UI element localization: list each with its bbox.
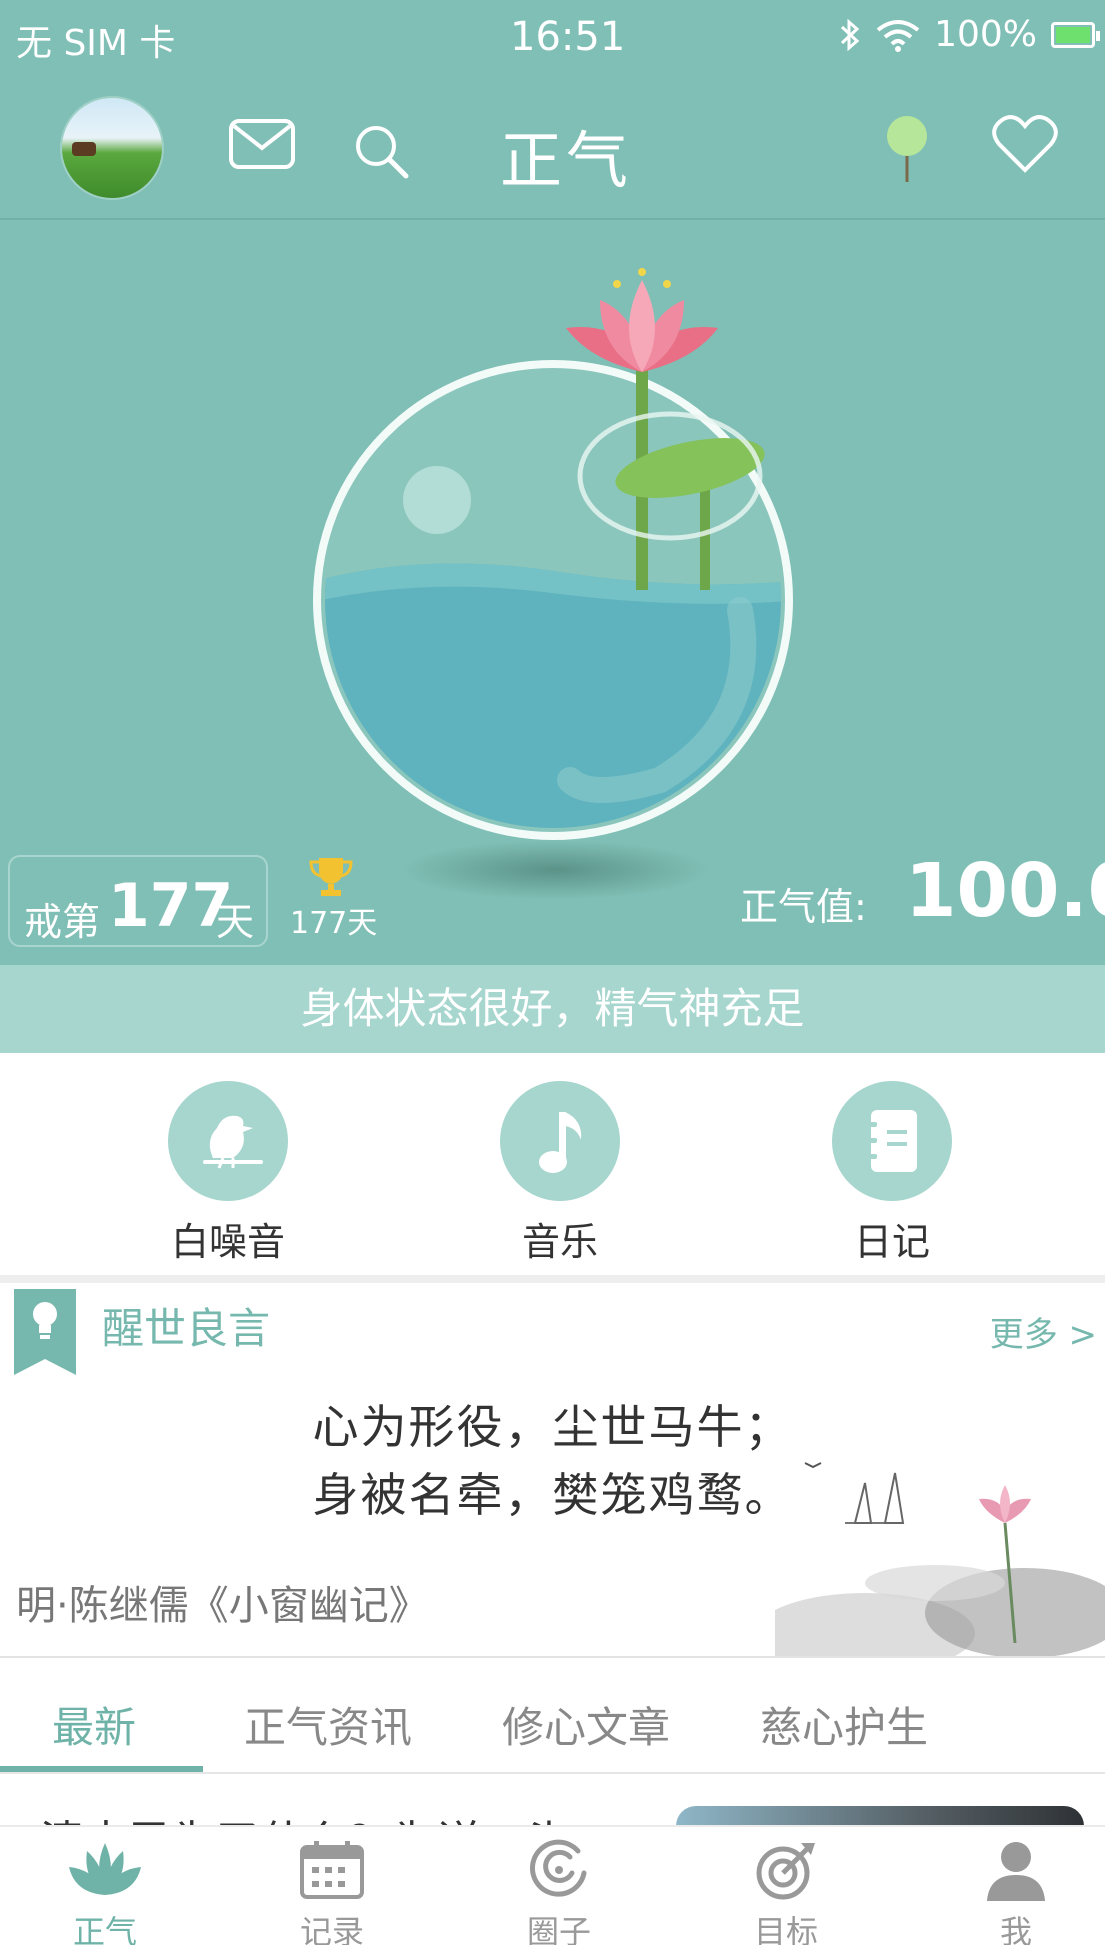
more-link[interactable]: 更多 >: [990, 1307, 1097, 1356]
tab-articles[interactable]: 修心文章: [502, 1694, 670, 1755]
target-icon: [756, 1843, 815, 1900]
battery-icon: [1051, 21, 1100, 48]
lotus-icon: [69, 1843, 141, 1895]
status-icons: 100%: [838, 14, 1100, 55]
trophy-icon[interactable]: [308, 856, 354, 898]
wifi-icon: [876, 19, 920, 52]
bluetooth-icon: [841, 18, 860, 51]
streak-suffix: 天: [216, 900, 255, 944]
carrier-label: 无 SIM 卡: [16, 23, 176, 64]
quote-source: 明·陈继儒《小窗幽记》: [16, 1583, 429, 1629]
clock: 16:51: [510, 14, 626, 60]
app-header: 正气: [0, 80, 1105, 220]
notebook-icon: [832, 1081, 952, 1201]
active-tab-indicator: [0, 1766, 203, 1772]
value-label: 正气值:: [740, 885, 867, 929]
page-title: 正气: [500, 124, 633, 197]
mail-icon[interactable]: [228, 118, 296, 170]
value-number: 100.0: [905, 848, 1105, 934]
streak-counter[interactable]: 戒第 177 天: [8, 855, 268, 947]
bird-icon: [168, 1081, 288, 1201]
nav-goal[interactable]: 目标: [716, 1839, 856, 1945]
search-icon[interactable]: [352, 122, 410, 180]
streak-days: 177: [108, 871, 234, 941]
tool-white-noise[interactable]: 白噪音: [128, 1081, 328, 1266]
quote-card[interactable]: 醒世良言 更多 > 心为形役，尘世马牛； 身被名牵，樊笼鸡鹜。 明·陈继儒《小窗…: [0, 1283, 1105, 1658]
tool-label: 白噪音: [170, 1220, 285, 1264]
tool-label: 日记: [853, 1220, 930, 1264]
quote-section-title: 醒世良言: [102, 1304, 271, 1353]
tool-label: 音乐: [521, 1220, 598, 1264]
quote-line-1: 心为形役，尘世马牛；: [312, 1400, 793, 1454]
nav-label: 圈子: [526, 1913, 591, 1945]
ink-lotus-painting: [775, 1462, 1105, 1656]
nav-circle[interactable]: 圈子: [489, 1839, 629, 1945]
nav-zhengqi[interactable]: 正气: [35, 1839, 175, 1945]
tab-latest[interactable]: 最新: [52, 1694, 136, 1755]
tool-music[interactable]: 音乐: [460, 1081, 660, 1266]
content-tabs: 最新 正气资讯 修心文章 慈心护生: [0, 1658, 1105, 1774]
circle-icon: [529, 1839, 587, 1897]
body-state-banner: 身体状态很好，精气神充足: [0, 965, 1105, 1053]
tool-diary[interactable]: 日记: [792, 1081, 992, 1266]
nav-record[interactable]: 记录: [262, 1839, 402, 1945]
nav-me[interactable]: 我: [946, 1839, 1086, 1945]
nav-label: 正气: [72, 1913, 137, 1945]
heart-icon[interactable]: [992, 114, 1058, 174]
tab-news[interactable]: 正气资讯: [244, 1694, 412, 1755]
nav-label: 我: [999, 1913, 1032, 1945]
avatar[interactable]: [60, 96, 164, 200]
music-note-icon: [500, 1081, 620, 1201]
tools-row: 白噪音 音乐 日记: [0, 1053, 1105, 1283]
bookmark-badge: [14, 1289, 76, 1375]
nav-label: 记录: [299, 1913, 364, 1945]
tree-icon[interactable]: [884, 114, 930, 184]
calendar-icon: [300, 1841, 364, 1899]
status-bar: 无 SIM 卡 16:51 100%: [0, 0, 1105, 70]
streak-prefix: 戒第: [24, 900, 101, 944]
battery-percent: 100%: [934, 14, 1037, 55]
tab-animal-care[interactable]: 慈心护生: [760, 1694, 928, 1755]
bottom-navigation: 正气 记录 圈子 目标 我: [0, 1825, 1105, 1945]
person-icon: [987, 1842, 1045, 1901]
trophy-label: 177天: [290, 906, 378, 941]
nav-label: 目标: [753, 1913, 818, 1945]
lightbulb-icon: [33, 1302, 57, 1339]
globe-shadow: [400, 840, 710, 900]
